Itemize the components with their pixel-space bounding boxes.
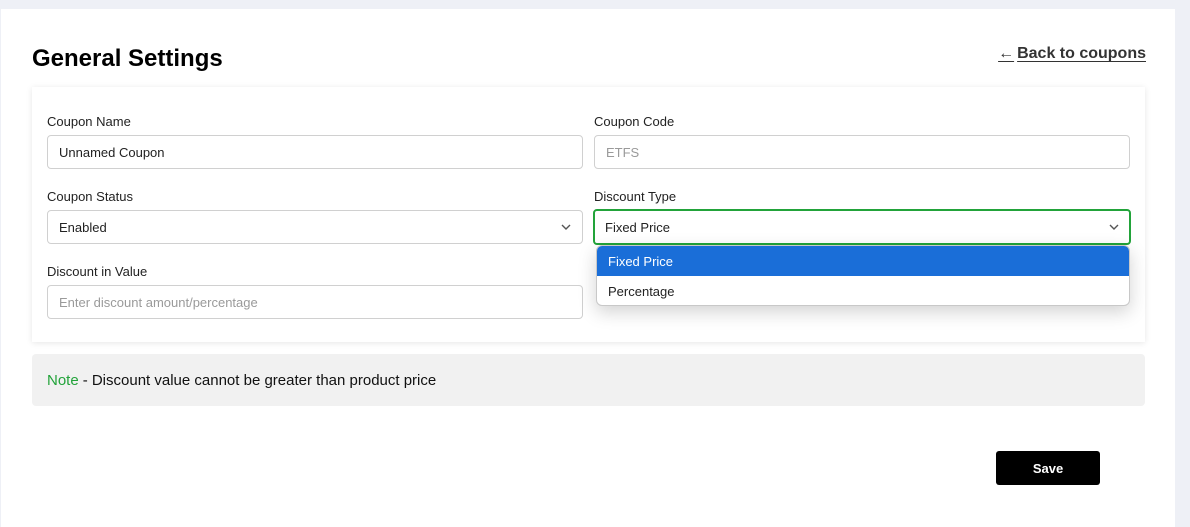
dropdown-option-fixed-price[interactable]: Fixed Price	[597, 246, 1129, 276]
coupon-name-label: Coupon Name	[47, 114, 131, 129]
discount-type-label: Discount Type	[594, 189, 677, 204]
coupon-name-input[interactable]: Unnamed Coupon	[47, 135, 583, 169]
discount-type-value: Fixed Price	[605, 219, 671, 235]
coupon-status-select[interactable]: Enabled	[47, 210, 583, 244]
discount-value-input[interactable]: Enter discount amount/percentage	[47, 285, 583, 319]
dropdown-option-percentage[interactable]: Percentage	[597, 276, 1129, 305]
discount-type-dropdown: Fixed Price Percentage	[596, 245, 1130, 306]
discount-value-label: Discount in Value	[47, 264, 148, 279]
arrow-left-icon: ←	[998, 45, 1015, 62]
chevron-down-icon	[561, 224, 571, 230]
page-title: General Settings	[32, 45, 223, 72]
back-link-label: Back to coupons	[1017, 45, 1146, 62]
chevron-down-icon	[1109, 224, 1119, 230]
coupon-status-value: Enabled	[59, 219, 107, 235]
coupon-code-label: Coupon Code	[594, 114, 675, 129]
discount-type-select[interactable]: Fixed Price	[593, 209, 1131, 245]
coupon-code-input[interactable]: ETFS	[594, 135, 1130, 169]
note-banner: Note - Discount value cannot be greater …	[32, 354, 1145, 406]
note-text: - Discount value cannot be greater than …	[82, 371, 437, 389]
coupon-code-placeholder: ETFS	[606, 144, 640, 160]
settings-page: General Settings ← Back to coupons Coupo…	[1, 9, 1175, 527]
coupon-form-card: Coupon Name Unnamed Coupon Coupon Code E…	[32, 87, 1145, 342]
coupon-status-label: Coupon Status	[47, 189, 134, 204]
back-to-coupons-link[interactable]: ← Back to coupons	[998, 45, 1146, 63]
discount-value-placeholder: Enter discount amount/percentage	[59, 294, 258, 310]
note-key: Note	[47, 371, 79, 389]
coupon-name-value: Unnamed Coupon	[59, 144, 165, 160]
save-button[interactable]: Save	[996, 451, 1100, 485]
